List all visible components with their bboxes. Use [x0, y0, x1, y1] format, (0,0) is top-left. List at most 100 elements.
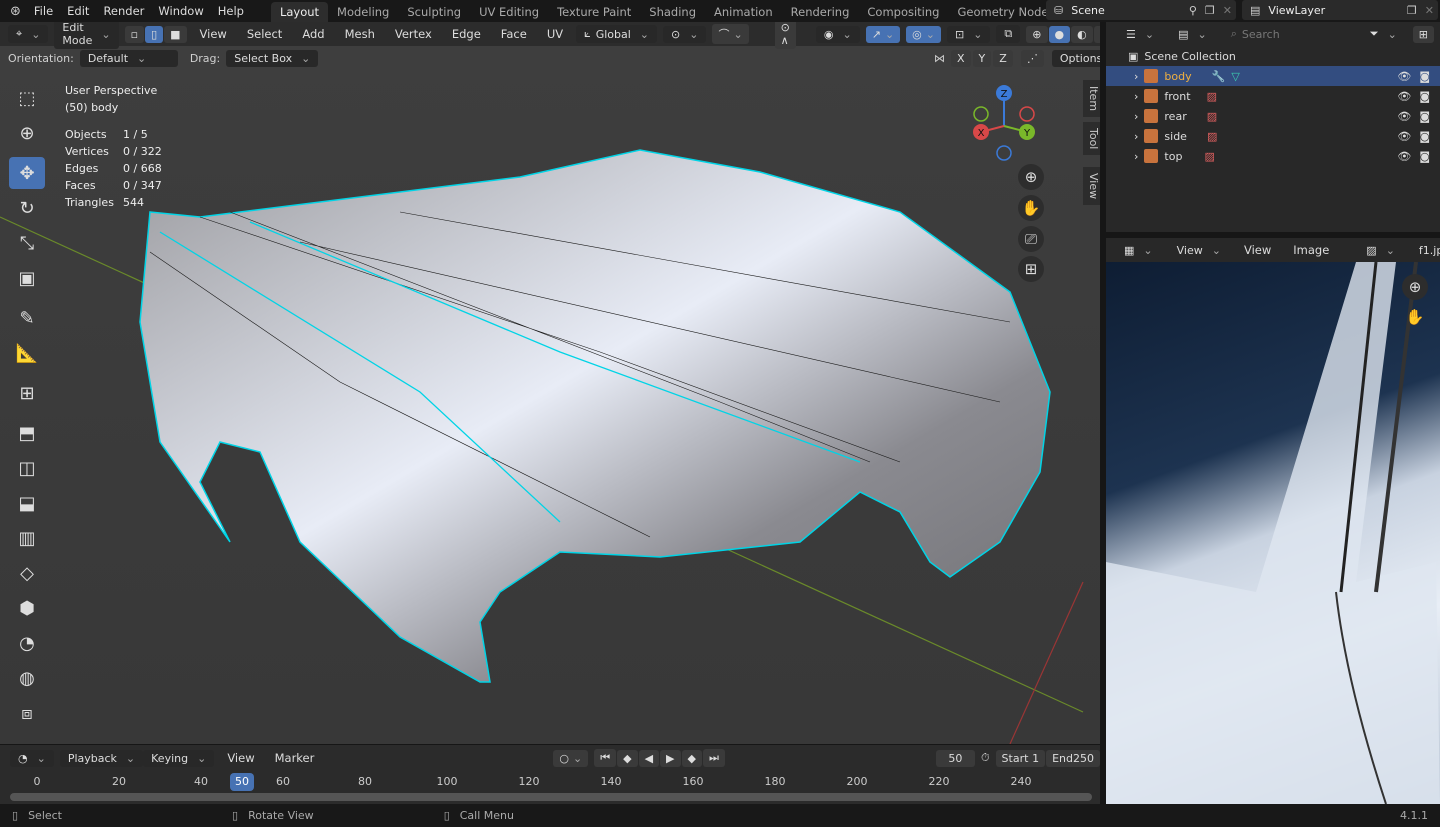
visibility-eye-icon[interactable]: 👁 — [1397, 110, 1411, 123]
menu-image[interactable]: Image — [1286, 243, 1336, 257]
view-layer-name[interactable]: ViewLayer — [1268, 4, 1325, 17]
sidebar-tab-item[interactable]: Item — [1083, 80, 1100, 118]
select-box-tool[interactable]: ⬚ — [9, 82, 45, 114]
visibility-eye-icon[interactable]: 👁 — [1397, 90, 1411, 103]
outliner-item-body[interactable]: › body 🔧 ▽ 👁 ◙ — [1106, 66, 1440, 86]
menu-vertex[interactable]: Vertex — [388, 27, 439, 41]
image-browse-dropdown[interactable]: ▨ — [1358, 241, 1403, 259]
xray-toggle[interactable]: ⧉ — [996, 25, 1021, 43]
sidebar-tab-tool[interactable]: Tool — [1083, 122, 1100, 156]
visibility-eye-icon[interactable]: 👁 — [1397, 130, 1411, 143]
menu-add[interactable]: Add — [295, 27, 331, 41]
tab-rendering[interactable]: Rendering — [782, 2, 859, 22]
outliner-item-side[interactable]: › side ▨ 👁 ◙ — [1106, 126, 1440, 146]
frame-ruler[interactable]: 0 20 40 50 60 80 100 120 140 160 180 200 220 240 — [0, 773, 1100, 791]
menu-view[interactable]: View — [193, 27, 234, 41]
playback-dropdown[interactable]: Playback — [59, 749, 144, 767]
tab-texture-paint[interactable]: Texture Paint — [548, 2, 640, 22]
navigation-gizmo[interactable]: Z Y X — [965, 82, 1045, 162]
outliner-item-top[interactable]: › top ▨ 👁 ◙ — [1106, 146, 1440, 166]
overlay-toggle[interactable]: ◎ — [906, 25, 941, 43]
outliner-item-rear[interactable]: › rear ▨ 👁 ◙ — [1106, 106, 1440, 126]
cursor-tool[interactable]: ⊕ — [9, 117, 45, 149]
new-view-layer-icon[interactable]: ❐ — [1403, 4, 1421, 17]
snap-toggle[interactable]: ⌒ — [712, 24, 749, 44]
pivot-dropdown[interactable]: ⊙ — [663, 25, 707, 43]
start-frame-field[interactable]: Start 1 — [995, 749, 1046, 767]
scale-tool[interactable]: ⤡ — [9, 227, 45, 259]
add-cube-tool[interactable]: ⊞ — [9, 377, 45, 409]
scene-icon[interactable]: ⛁ — [1046, 4, 1071, 17]
delete-view-layer-icon[interactable]: ✕ — [1421, 4, 1438, 17]
spin-tool[interactable]: ◔ — [9, 627, 45, 659]
mirror-x-button[interactable]: X — [951, 50, 971, 67]
view-layer-icon[interactable]: ▤ — [1242, 4, 1268, 17]
reference-image[interactable]: ⊕ ✋ — [1106, 261, 1440, 804]
scene-collection[interactable]: Scene Collection — [1144, 50, 1235, 63]
keying-dropdown[interactable]: Keying — [143, 749, 215, 767]
wireframe-shading-button[interactable]: ⊕ — [1026, 25, 1048, 43]
poly-build-tool[interactable]: ⬢ — [9, 592, 45, 624]
prev-keyframe-button[interactable]: ◆ — [617, 749, 638, 767]
editor-type-button[interactable]: ⌖ — [8, 25, 49, 43]
measure-tool[interactable]: 📐 — [9, 337, 45, 369]
jump-end-button[interactable]: ⏭ — [702, 749, 725, 767]
transform-orientation-dropdown[interactable]: ⟀ Global — [576, 25, 658, 43]
pan-hand-icon[interactable]: ✋ — [1018, 195, 1044, 221]
camera-icon[interactable]: ⎚ — [1018, 226, 1044, 252]
visibility-eye-icon[interactable]: 👁 — [1397, 150, 1411, 163]
stopwatch-icon[interactable]: ⏱ — [981, 751, 990, 765]
menu-mesh[interactable]: Mesh — [338, 27, 382, 41]
delete-scene-icon[interactable]: ✕ — [1219, 4, 1236, 17]
extrude-tool[interactable]: ⬒ — [9, 417, 45, 449]
bevel-tool[interactable]: ⬓ — [9, 487, 45, 519]
mirror-z-button[interactable]: Z — [993, 50, 1013, 67]
shear-tool[interactable]: ⧈ — [9, 697, 45, 729]
tab-compositing[interactable]: Compositing — [858, 2, 948, 22]
new-scene-icon[interactable]: ❐ — [1201, 4, 1219, 17]
tab-uv-editing[interactable]: UV Editing — [470, 2, 548, 22]
edge-select-button[interactable]: ▯ — [145, 25, 164, 43]
next-keyframe-button[interactable]: ◆ — [681, 749, 702, 767]
mirror-y-button[interactable]: Y — [972, 50, 992, 67]
menu-face[interactable]: Face — [494, 27, 534, 41]
play-reverse-button[interactable]: ◀ — [638, 749, 660, 767]
tab-modeling[interactable]: Modeling — [328, 2, 398, 22]
menu-select[interactable]: Select — [240, 27, 289, 41]
rotate-tool[interactable]: ↻ — [9, 192, 45, 224]
mesh-overlay-dropdown[interactable]: ⊡ — [946, 25, 991, 43]
menu-edit[interactable]: Edit — [60, 4, 96, 18]
menu-view[interactable]: View — [1237, 243, 1278, 257]
outliner-editor-type[interactable]: ☰ — [1118, 25, 1163, 43]
solid-shading-button[interactable]: ● — [1048, 25, 1071, 43]
pan-hand-icon[interactable]: ✋ — [1402, 304, 1428, 330]
outliner-item-front[interactable]: › front ▨ 👁 ◙ — [1106, 86, 1440, 106]
tab-sculpting[interactable]: Sculpting — [398, 2, 470, 22]
outliner-search[interactable]: ⌕ Search — [1222, 25, 1335, 43]
knife-tool[interactable]: ◇ — [9, 557, 45, 589]
orientation-dropdown[interactable]: Default — [79, 50, 178, 67]
pin-icon[interactable]: ⚲ — [1185, 4, 1201, 17]
smooth-tool[interactable]: ◍ — [9, 662, 45, 694]
menu-uv[interactable]: UV — [540, 27, 570, 41]
annotate-tool[interactable]: ✎ — [9, 302, 45, 334]
sidebar-tab-view[interactable]: View — [1083, 167, 1100, 206]
options-dropdown[interactable]: Options — [1051, 50, 1100, 67]
filter-dropdown[interactable]: ⏷ — [1361, 25, 1405, 43]
image-mode-dropdown[interactable]: View — [1168, 241, 1229, 259]
mode-dropdown[interactable]: Edit Mode — [54, 22, 119, 49]
render-camera-icon[interactable]: ◙ — [1419, 150, 1430, 163]
drag-dropdown[interactable]: Select Box — [226, 50, 319, 67]
play-button[interactable]: ▶ — [660, 749, 681, 767]
playhead-frame[interactable]: 50 — [230, 773, 254, 791]
loop-cut-tool[interactable]: ▥ — [9, 522, 45, 554]
tab-layout[interactable]: Layout — [270, 2, 329, 22]
proportional-edit-toggle[interactable]: ⊙ ∧ — [774, 22, 796, 49]
zoom-icon[interactable]: ⊕ — [1402, 274, 1428, 300]
scene-name[interactable]: Scene — [1071, 4, 1105, 17]
render-camera-icon[interactable]: ◙ — [1419, 90, 1430, 103]
jump-start-button[interactable]: ⏮ — [594, 749, 617, 767]
new-collection-button[interactable]: ⊞ — [1412, 25, 1434, 43]
visibility-dropdown[interactable]: ◉ — [815, 25, 860, 43]
menu-render[interactable]: Render — [96, 4, 151, 18]
